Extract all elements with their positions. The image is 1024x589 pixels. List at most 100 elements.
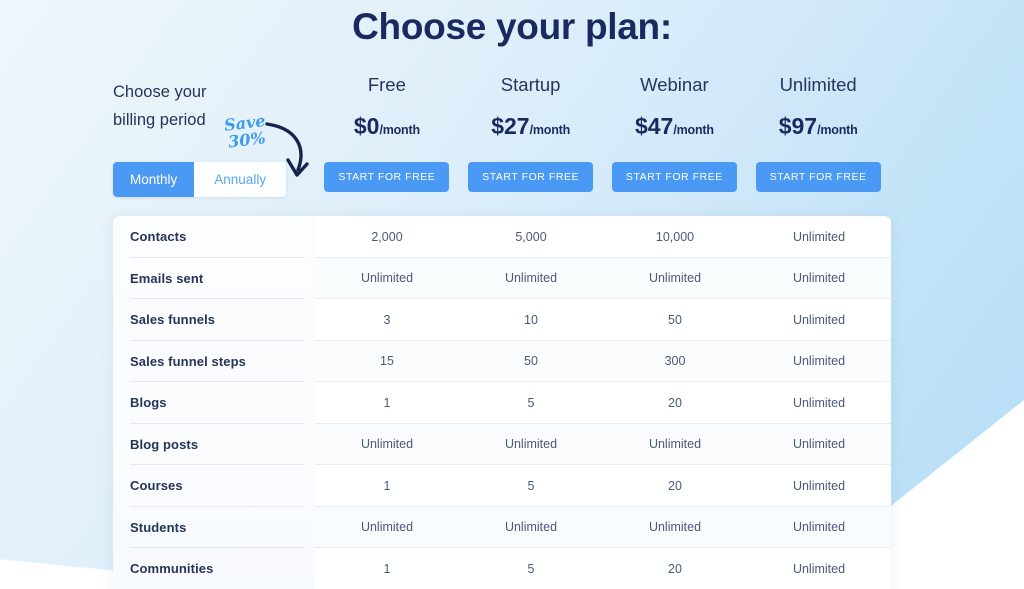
value-cell-webinar: Unlimited: [648, 520, 702, 535]
start-for-free-button[interactable]: START FOR FREE: [324, 162, 450, 192]
value-cell-webinar: 300: [664, 354, 686, 369]
value-cell-startup: 5: [527, 561, 535, 576]
plan-name: Webinar: [640, 74, 709, 95]
feature-values: 3 10 50 Unlimited: [315, 299, 891, 341]
value-cell-unlimited: Unlimited: [792, 229, 846, 244]
billing-toggle-group[interactable]: Monthly Annually: [113, 162, 287, 197]
plan-column-startup: Startup $27/month START FOR FREE: [459, 74, 603, 192]
value-cell-unlimited: Unlimited: [792, 561, 846, 576]
billing-toggle-annually[interactable]: Annually: [194, 162, 287, 197]
value-cell-startup: 10: [524, 312, 538, 327]
feature-label-cell: Courses: [113, 465, 315, 507]
value-cell-unlimited: Unlimited: [792, 271, 846, 286]
plan-name: Startup: [500, 74, 561, 95]
feature-label: Sales funnel steps: [130, 353, 246, 369]
value-cell-unlimited: Unlimited: [792, 437, 846, 452]
table-row: Students Unlimited Unlimited Unlimited U…: [113, 506, 891, 548]
value-cell-free: 1: [383, 478, 391, 493]
plan-name: Unlimited: [779, 74, 857, 95]
feature-label: Blogs: [130, 395, 167, 411]
plan-header-row: Free $0/month START FOR FREE Startup $27…: [315, 74, 890, 192]
start-for-free-button[interactable]: START FOR FREE: [755, 162, 881, 192]
plan-price-amount: $0: [353, 113, 380, 139]
value-cell-free: 3: [383, 312, 391, 327]
value-cell-webinar: Unlimited: [648, 271, 702, 286]
value-cell-free: Unlimited: [360, 437, 414, 452]
value-cell-unlimited: Unlimited: [792, 312, 846, 327]
feature-comparison-table: Contacts 2,000 5,000 10,000 Unlimited Em…: [113, 216, 891, 589]
value-cell-webinar: 10,000: [655, 229, 695, 244]
feature-label: Sales funnels: [130, 312, 216, 328]
plan-column-unlimited: Unlimited $97/month START FOR FREE: [746, 74, 890, 192]
plan-price: $27/month: [459, 113, 603, 143]
value-cell-startup: 5: [527, 478, 535, 493]
value-cell-free: Unlimited: [360, 520, 414, 535]
start-for-free-button[interactable]: START FOR FREE: [468, 162, 594, 192]
plan-price-amount: $27: [491, 113, 530, 139]
value-cell-unlimited: Unlimited: [792, 395, 846, 410]
feature-label-cell: Communities: [113, 548, 315, 589]
table-row: Sales funnel steps 15 50 300 Unlimited: [113, 340, 891, 382]
plan-price-period: /month: [673, 123, 714, 137]
pricing-page: Choose your plan: Choose your billing pe…: [0, 0, 1024, 589]
feature-label-cell: Emails sent: [113, 258, 315, 299]
feature-label-cell: Sales funnel steps: [113, 341, 315, 382]
value-cell-startup: 5,000: [515, 229, 547, 244]
plan-price: $97/month: [746, 113, 890, 143]
feature-label-cell: Students: [113, 507, 315, 548]
value-cell-startup: Unlimited: [504, 520, 558, 535]
table-row: Emails sent Unlimited Unlimited Unlimite…: [113, 257, 891, 299]
plan-price-amount: $47: [634, 113, 674, 139]
plan-column-free: Free $0/month START FOR FREE: [315, 74, 459, 192]
feature-label: Students: [130, 519, 187, 535]
plan-name: Free: [367, 74, 406, 95]
table-row: Blogs 1 5 20 Unlimited: [113, 382, 891, 424]
table-row: Blog posts Unlimited Unlimited Unlimited…: [113, 423, 891, 465]
value-cell-startup: 50: [524, 354, 538, 369]
table-row: Communities 1 5 20 Unlimited: [113, 548, 891, 589]
feature-values: Unlimited Unlimited Unlimited Unlimited: [315, 257, 891, 299]
value-cell-startup: 5: [527, 395, 535, 410]
billing-period-selector: Choose your billing period Save 30% Mont…: [113, 78, 313, 197]
value-cell-webinar: 20: [668, 478, 682, 493]
value-cell-webinar: 20: [668, 395, 682, 410]
value-cell-free: Unlimited: [360, 271, 414, 286]
value-cell-free: 2,000: [371, 229, 403, 244]
value-cell-unlimited: Unlimited: [792, 520, 846, 535]
plan-column-webinar: Webinar $47/month START FOR FREE: [603, 74, 747, 192]
feature-label: Communities: [130, 561, 214, 577]
plan-price-period: /month: [529, 123, 571, 137]
feature-values: Unlimited Unlimited Unlimited Unlimited: [315, 506, 891, 548]
page-title: Choose your plan:: [352, 6, 672, 47]
feature-label: Blog posts: [130, 436, 199, 452]
value-cell-free: 15: [380, 354, 394, 369]
value-cell-free: 1: [383, 395, 391, 410]
value-cell-unlimited: Unlimited: [792, 478, 846, 493]
feature-values: 1 5 20 Unlimited: [315, 382, 891, 424]
plan-price-amount: $97: [778, 113, 818, 139]
feature-label-cell: Sales funnels: [113, 299, 315, 341]
start-for-free-button[interactable]: START FOR FREE: [611, 162, 737, 192]
value-cell-webinar: 50: [668, 312, 682, 327]
plan-price-period: /month: [379, 123, 420, 137]
feature-values: 2,000 5,000 10,000 Unlimited: [315, 216, 891, 258]
value-cell-free: 1: [383, 561, 391, 576]
feature-label-cell: Blog posts: [113, 424, 315, 465]
feature-values: 15 50 300 Unlimited: [315, 340, 891, 382]
table-row: Courses 1 5 20 Unlimited: [113, 465, 891, 507]
feature-values: 1 5 20 Unlimited: [315, 465, 891, 507]
feature-label-cell: Blogs: [113, 382, 315, 424]
table-row: Contacts 2,000 5,000 10,000 Unlimited: [113, 216, 891, 258]
feature-label: Courses: [130, 478, 183, 494]
billing-toggle-monthly[interactable]: Monthly: [113, 162, 195, 197]
billing-label-line1: Choose your: [113, 83, 207, 101]
value-cell-startup: Unlimited: [504, 271, 558, 286]
feature-values: Unlimited Unlimited Unlimited Unlimited: [315, 423, 891, 465]
value-cell-startup: Unlimited: [504, 437, 558, 452]
feature-label: Contacts: [130, 229, 187, 245]
value-cell-unlimited: Unlimited: [792, 354, 846, 369]
value-cell-webinar: 20: [668, 561, 682, 576]
feature-label-cell: Contacts: [113, 216, 315, 258]
value-cell-webinar: Unlimited: [648, 437, 702, 452]
plan-price-period: /month: [817, 123, 858, 137]
